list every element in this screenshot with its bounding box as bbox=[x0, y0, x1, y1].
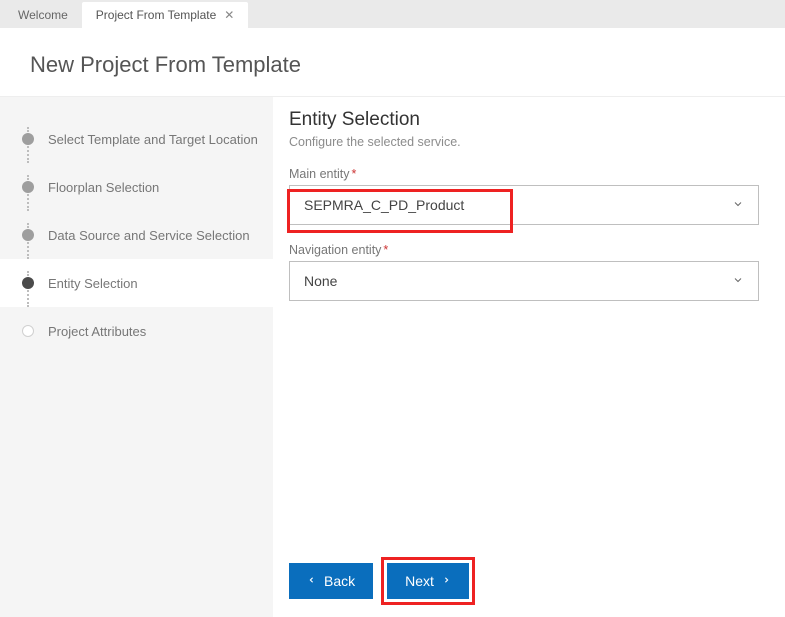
required-icon: * bbox=[383, 243, 388, 257]
tab-welcome[interactable]: Welcome bbox=[4, 2, 82, 28]
field-main-entity: Main entity* SEPMRA_C_PD_Product bbox=[289, 167, 759, 225]
tab-project-from-template-label: Project From Template bbox=[96, 8, 217, 22]
wizard-steps: Select Template and Target Location Floo… bbox=[0, 97, 273, 617]
app-window: Welcome Project From Template ✕ New Proj… bbox=[0, 0, 785, 617]
close-icon[interactable]: ✕ bbox=[224, 8, 234, 22]
step-dot-icon bbox=[22, 277, 34, 289]
step-dot-icon bbox=[22, 133, 34, 145]
navigation-entity-label-text: Navigation entity bbox=[289, 243, 381, 257]
step-label: Entity Selection bbox=[48, 276, 138, 291]
back-button[interactable]: Back bbox=[289, 563, 373, 599]
step-label: Floorplan Selection bbox=[48, 180, 159, 195]
navigation-entity-label: Navigation entity* bbox=[289, 243, 759, 257]
next-button[interactable]: Next bbox=[387, 563, 469, 599]
back-button-label: Back bbox=[324, 573, 355, 589]
chevron-right-icon bbox=[442, 573, 451, 589]
wizard-body: Select Template and Target Location Floo… bbox=[0, 96, 785, 617]
step-dot-icon bbox=[22, 325, 34, 337]
step-floorplan-selection[interactable]: Floorplan Selection bbox=[22, 163, 259, 211]
required-icon: * bbox=[351, 167, 356, 181]
chevron-down-icon bbox=[732, 197, 744, 213]
step-dot-icon bbox=[22, 229, 34, 241]
tab-welcome-label: Welcome bbox=[18, 8, 68, 22]
step-entity-selection[interactable]: Entity Selection bbox=[0, 259, 273, 307]
step-data-source[interactable]: Data Source and Service Selection bbox=[22, 211, 259, 259]
wizard-main: Entity Selection Configure the selected … bbox=[273, 97, 785, 617]
main-entity-select[interactable]: SEPMRA_C_PD_Product bbox=[289, 185, 759, 225]
next-button-wrap: Next bbox=[387, 563, 469, 599]
wizard-footer: Back Next bbox=[289, 545, 759, 599]
main-entity-label: Main entity* bbox=[289, 167, 759, 181]
step-dot-icon bbox=[22, 181, 34, 193]
tabstrip: Welcome Project From Template ✕ bbox=[0, 0, 785, 28]
step-select-template[interactable]: Select Template and Target Location bbox=[22, 115, 259, 163]
section-title: Entity Selection bbox=[289, 109, 759, 131]
chevron-left-icon bbox=[307, 573, 316, 589]
page-title: New Project From Template bbox=[0, 28, 785, 96]
main-entity-label-text: Main entity bbox=[289, 167, 349, 181]
tab-project-from-template[interactable]: Project From Template ✕ bbox=[82, 2, 249, 28]
chevron-down-icon bbox=[732, 273, 744, 289]
step-label: Project Attributes bbox=[48, 324, 146, 339]
step-label: Data Source and Service Selection bbox=[48, 228, 250, 243]
step-label: Select Template and Target Location bbox=[48, 132, 258, 147]
navigation-entity-select[interactable]: None bbox=[289, 261, 759, 301]
main-entity-value: SEPMRA_C_PD_Product bbox=[304, 197, 464, 213]
step-project-attributes[interactable]: Project Attributes bbox=[22, 307, 259, 355]
field-navigation-entity: Navigation entity* None bbox=[289, 243, 759, 301]
next-button-label: Next bbox=[405, 573, 434, 589]
section-subtitle: Configure the selected service. bbox=[289, 135, 759, 149]
navigation-entity-value: None bbox=[304, 273, 337, 289]
